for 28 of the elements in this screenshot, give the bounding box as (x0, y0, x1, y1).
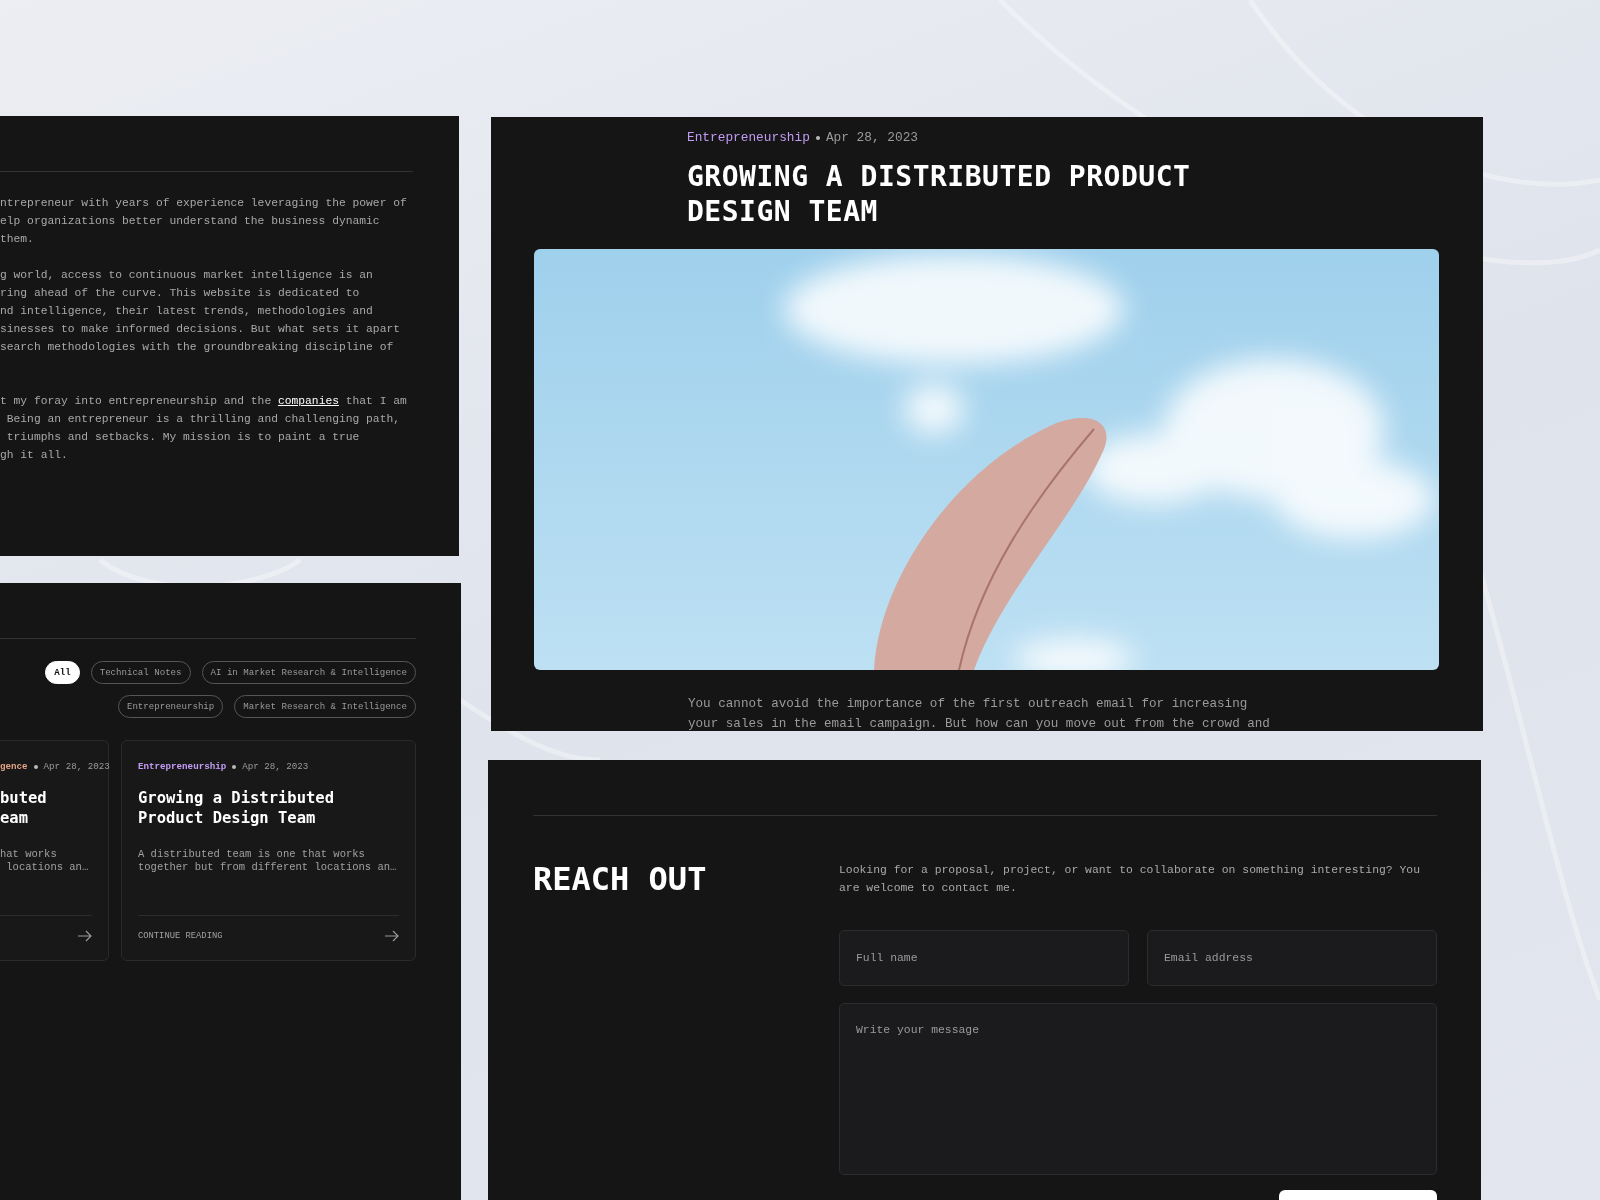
article-category: Entrepreneurship (687, 130, 810, 145)
separator-dot (815, 135, 820, 140)
post-date: Apr 28, 2023 (242, 761, 309, 772)
separator-dot (232, 764, 237, 769)
message-field[interactable]: Write your message (839, 1003, 1437, 1175)
text-input-field[interactable]: Email address (1147, 930, 1437, 986)
post-title: Growing a Distributed Product Design Team (138, 788, 335, 828)
about-paragraph: g world, access to continuous market intelligence is an ring ahead of the curve. This website is dedicated to nd intelligence, their latest trends, methodologies and sinesses to make informed decisions. But what sets it apart search methodologies with the groundbreaking discipline of (0, 268, 401, 355)
article-date: Apr 28, 2023 (825, 130, 919, 145)
about-paragraph: t my foray into entrepreneurship and the companies that I am Being an entrepreneur is a thrilling and challenging path, triumphs and setbacks. My mission is to paint a true gh it all. (0, 394, 408, 463)
post-excerpt: A distributed team is one that works together but from different locations an… (138, 848, 398, 874)
contact-description: Looking for a proposal, project, or want to collaborate on something interesting? You are welcome to contact me. (839, 863, 1422, 896)
post-title: buted eam (0, 788, 48, 828)
companies-link[interactable]: companies (277, 395, 339, 407)
continue-reading-link[interactable]: CONTINUE READING (138, 931, 223, 941)
arrow-right-icon[interactable] (385, 930, 399, 942)
article-title: GROWING A DISTRIBUTED PRODUCT DESIGN TEAM (687, 159, 1192, 229)
filter-chip[interactable]: All (45, 661, 80, 684)
article-body: You cannot avoid the importance of the first outreach email for increasing your sales in the email campaign. But how can you move out from the crowd and (688, 696, 1271, 731)
section-heading: REACH OUT (533, 861, 708, 900)
arrow-right-icon[interactable] (78, 930, 92, 942)
post-category: Entrepreneurship (138, 761, 227, 772)
about-paragraph: ntrepreneur with years of experience leveraging the power of elp organizations better understand the business dynamic them. (0, 196, 408, 247)
text-input-field[interactable]: Full name (839, 930, 1129, 986)
post-category: gence (0, 761, 28, 772)
post-date: Apr 28, 2023 (43, 761, 110, 772)
post-excerpt: hat works locations an… (0, 848, 90, 874)
separator-dot (33, 764, 38, 769)
